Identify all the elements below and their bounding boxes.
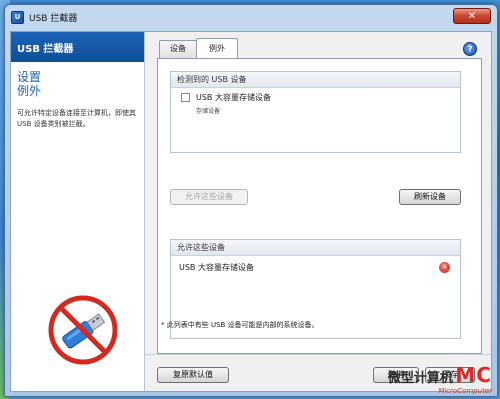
- footnote: * 此列表中有些 USB 设备可能是内部的系统设备。: [161, 321, 319, 329]
- restore-defaults-button[interactable]: 复原默认值: [157, 367, 229, 383]
- tab-strip: 设备 例外: [159, 38, 238, 58]
- left-pane: USB 拦截器 设置 例外 可允许特定设备连接至计算机，即使其 USB 设备类别…: [11, 32, 145, 391]
- device-type: 存储设备: [196, 108, 221, 115]
- allow-devices-button[interactable]: 允许这些设备: [170, 189, 248, 205]
- refresh-devices-button[interactable]: 刷新设备: [399, 189, 461, 205]
- list-item[interactable]: USB 大容量存储设备 ✕: [171, 256, 460, 273]
- close-button[interactable]: ✕: [453, 8, 491, 24]
- watermark-logo: MC: [455, 363, 492, 387]
- publisher-watermark: 微型计算机 MC MicroComputer: [388, 363, 492, 395]
- usb-blocker-window: U USB 拦截器 ✕ USB 拦截器 设置 例外 可允许特定设备连接至计算机，…: [4, 4, 498, 397]
- title-bar[interactable]: U USB 拦截器 ✕: [5, 5, 497, 29]
- left-pane-header: USB 拦截器: [11, 32, 144, 62]
- app-icon: U: [11, 10, 24, 24]
- list-item[interactable]: USB 大容量存储设备 存储设备: [171, 88, 460, 115]
- help-icon[interactable]: ?: [463, 42, 477, 56]
- section-description: 可允许特定设备连接至计算机，即使其 USB 设备类别被拦截。: [17, 109, 136, 128]
- window-client: USB 拦截器 设置 例外 可允许特定设备连接至计算机，即使其 USB 设备类别…: [10, 31, 492, 392]
- device-name: USB 大容量存储设备: [196, 93, 271, 102]
- detected-devices-list: 检测到的 USB 设备 USB 大容量存储设备 存储设备: [170, 71, 461, 153]
- watermark-cn: 微型计算机: [387, 371, 453, 386]
- blocked-usb-icon: [48, 295, 118, 365]
- tab-devices[interactable]: 设备: [159, 40, 197, 58]
- remove-icon[interactable]: ✕: [439, 262, 450, 273]
- detected-devices-header: 检测到的 USB 设备: [171, 72, 460, 88]
- section-heading-line1: 设置: [17, 70, 42, 84]
- device-checkbox[interactable]: [181, 93, 190, 102]
- tab-exceptions[interactable]: 例外: [196, 38, 238, 58]
- watermark-en: MicroComputer: [438, 387, 492, 395]
- allowed-devices-header: 允许这些设备: [171, 240, 460, 256]
- section-heading-line2: 例外: [17, 84, 42, 98]
- allowed-device-name: USB 大容量存储设备: [179, 263, 254, 272]
- window-title: USB 拦截器: [29, 13, 78, 24]
- section-heading: 设置 例外: [17, 70, 144, 98]
- exceptions-panel: 检测到的 USB 设备 USB 大容量存储设备 存储设备 允许这些设备 刷新设备…: [157, 58, 482, 354]
